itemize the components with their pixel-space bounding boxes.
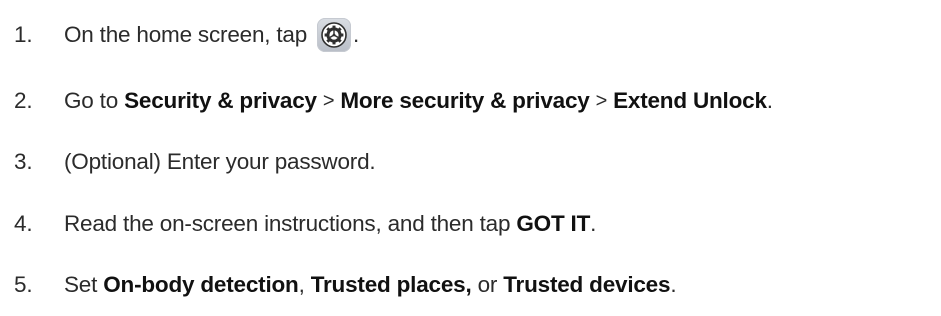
option-trusted-devices: Trusted devices: [503, 272, 671, 297]
option-trusted-places: Trusted places,: [310, 272, 472, 297]
step-4: 4. Read the on-screen instructions, and …: [14, 206, 596, 242]
menu-path-more-security-privacy: More security & privacy: [340, 88, 590, 113]
step-text-end: .: [766, 88, 773, 113]
step-number: 4.: [14, 211, 33, 236]
step-content: Read the on-screen instructions, and the…: [64, 211, 596, 237]
step-text: On the home screen, tap: [64, 22, 308, 47]
path-separator: >: [595, 89, 608, 112]
step-text: Read the on-screen instructions, and the…: [64, 211, 517, 236]
step-number: 2.: [14, 88, 33, 113]
step-number: 3.: [14, 149, 33, 174]
step-content: Go to Security & privacy > More security…: [64, 88, 773, 114]
step-content: (Optional) Enter your password.: [64, 149, 376, 175]
step-separator: ,: [298, 272, 311, 297]
step-content: On the home screen, tap .: [64, 18, 359, 52]
step-1: 1. On the home screen, tap .: [14, 17, 359, 53]
step-text-end: .: [590, 211, 597, 236]
step-text-end: .: [670, 272, 677, 297]
step-separator: or: [471, 272, 504, 297]
step-3: 3. (Optional) Enter your password.: [14, 144, 376, 180]
path-separator: >: [322, 89, 335, 112]
step-text-end: .: [353, 22, 360, 47]
got-it-label: GOT IT: [516, 211, 591, 236]
step-number: 5.: [14, 272, 33, 297]
menu-path-security-privacy: Security & privacy: [124, 88, 317, 113]
step-text: (Optional) Enter your password.: [64, 149, 376, 174]
menu-path-extend-unlock: Extend Unlock: [613, 88, 767, 113]
step-text: Set: [64, 272, 104, 297]
step-5: 5. Set On-body detection , Trusted place…: [14, 267, 677, 303]
step-number: 1.: [14, 22, 33, 47]
step-text: Go to: [64, 88, 125, 113]
step-content: Set On-body detection , Trusted places, …: [64, 272, 677, 298]
step-2: 2. Go to Security & privacy > More secur…: [14, 83, 773, 119]
settings-gear-icon: [317, 18, 352, 52]
option-on-body-detection: On-body detection: [103, 272, 299, 297]
